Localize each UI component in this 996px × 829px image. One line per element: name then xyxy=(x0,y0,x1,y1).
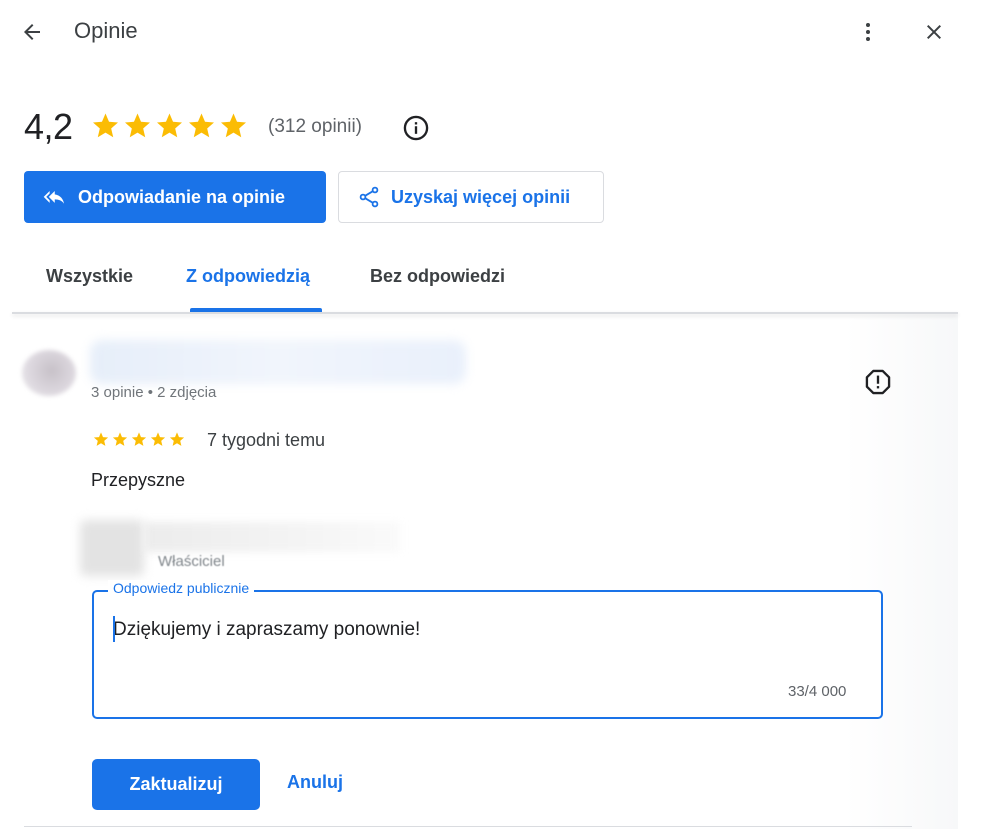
report-review-button[interactable] xyxy=(862,366,894,398)
tab-without-reply[interactable]: Bez odpowiedzi xyxy=(370,266,505,287)
get-more-reviews-label: Uzyskaj więcej opinii xyxy=(391,186,571,207)
star-icon xyxy=(93,432,109,446)
star-icon xyxy=(189,113,214,138)
more-vert-icon xyxy=(866,23,870,41)
star-icon xyxy=(157,113,182,138)
reviewer-meta: 3 opinie • 2 zdjęcia xyxy=(91,384,217,401)
star-icon xyxy=(221,113,246,138)
reply-to-reviews-button[interactable]: Odpowiadanie na opinie xyxy=(24,171,326,223)
cancel-button[interactable]: Anuluj xyxy=(287,772,343,793)
more-options-button[interactable] xyxy=(852,16,884,48)
info-button[interactable] xyxy=(400,112,432,144)
star-icon xyxy=(125,113,150,138)
bottom-divider xyxy=(24,826,912,827)
star-icon xyxy=(150,432,166,446)
update-button[interactable]: Zaktualizuj xyxy=(92,759,260,810)
reply-to-reviews-label: Odpowiadanie na opinie xyxy=(78,186,286,207)
review-time: 7 tygodni temu xyxy=(207,430,326,450)
owner-avatar-redacted xyxy=(80,520,144,576)
page-title: Opinie xyxy=(74,18,138,43)
close-icon xyxy=(927,25,941,39)
reply-all-icon xyxy=(42,185,66,209)
reply-textarea[interactable] xyxy=(92,590,883,719)
rating-stars xyxy=(90,111,249,141)
reply-text-value[interactable]: Dziękujemy i zapraszamy ponownie! xyxy=(113,619,420,641)
close-button[interactable] xyxy=(918,16,950,48)
text-caret xyxy=(113,616,115,642)
star-icon xyxy=(131,432,147,446)
star-icon xyxy=(112,432,128,446)
review-stars xyxy=(92,431,186,448)
review-text: Przepyszne xyxy=(91,470,186,490)
get-more-reviews-button[interactable]: Uzyskaj więcej opinii xyxy=(338,171,604,223)
share-icon xyxy=(357,185,381,209)
tab-with-reply[interactable]: Z odpowiedzią xyxy=(186,266,310,287)
report-icon xyxy=(865,369,891,395)
owner-role: Właściciel xyxy=(158,553,225,570)
tabs-divider xyxy=(12,312,958,314)
arrow-back-icon xyxy=(24,24,40,40)
reviewer-name-redacted xyxy=(90,340,466,384)
owner-name-redacted xyxy=(144,522,400,552)
reviewer-avatar xyxy=(22,350,76,396)
star-icon xyxy=(169,432,185,446)
character-counter: 33/4 000 xyxy=(788,683,847,700)
reply-field-label: Odpowiedz publicznie xyxy=(108,580,255,596)
review-count: (312 opinii) xyxy=(268,116,362,137)
average-rating: 4,2 xyxy=(24,106,73,147)
info-icon xyxy=(403,115,429,141)
tab-all[interactable]: Wszystkie xyxy=(46,266,133,287)
star-icon xyxy=(93,113,118,138)
back-button[interactable] xyxy=(16,16,48,48)
